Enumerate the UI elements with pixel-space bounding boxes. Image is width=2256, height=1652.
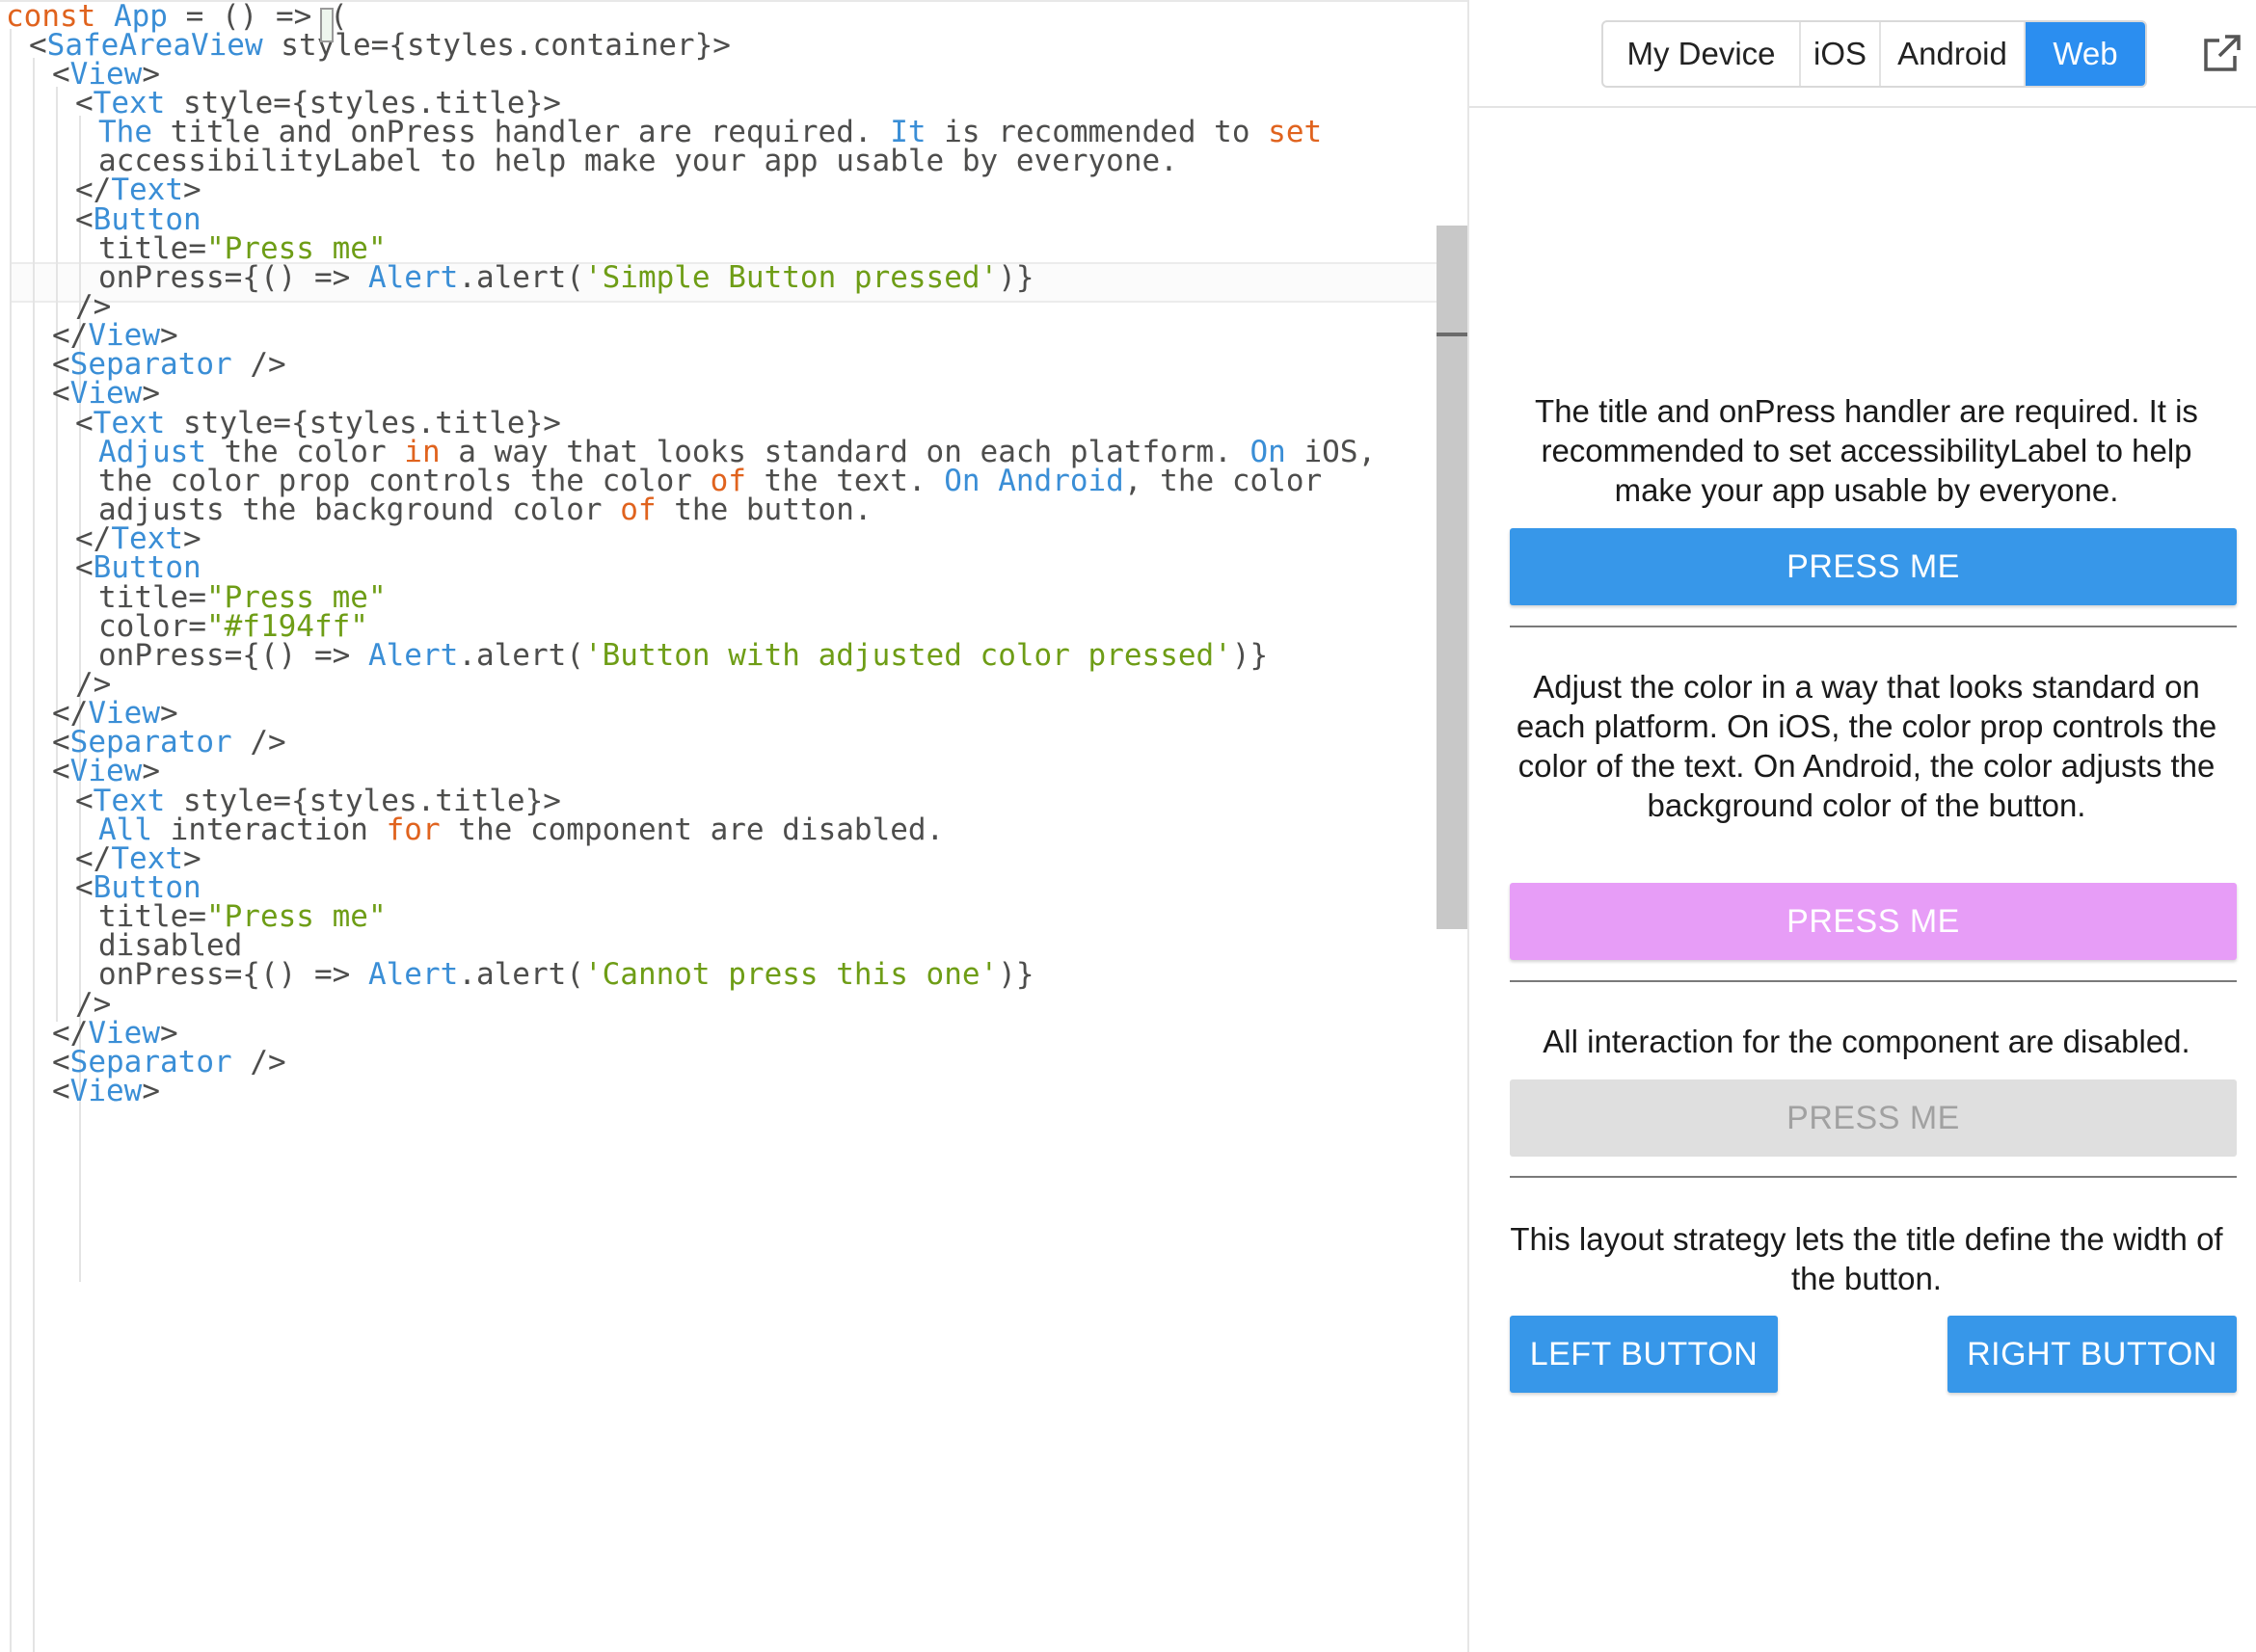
code-token: < — [52, 56, 70, 92]
code-token: < — [75, 550, 94, 586]
code-token: < — [75, 870, 94, 905]
scrollbar-position-marker[interactable] — [1437, 333, 1467, 336]
section1-description: The title and onPress handler are requir… — [1535, 393, 2198, 508]
code-token: /> — [231, 725, 286, 760]
editor-scrollbar[interactable] — [1437, 226, 1467, 929]
code-line: All interaction for the component are di… — [98, 809, 944, 852]
tab-web[interactable]: Web — [2026, 22, 2145, 86]
code-token: Alert — [367, 259, 459, 295]
code-token: onPress={() => — [98, 957, 368, 993]
code-token: /> — [231, 347, 286, 383]
code-token: )} — [998, 957, 1034, 993]
code-token: Android — [998, 463, 1124, 498]
code-line: adjusts the background color of the butt… — [98, 489, 873, 532]
platform-tab-bar: My Device iOS Android Web — [1469, 0, 2256, 108]
code-token: 'Simple Button pressed' — [583, 259, 999, 295]
tab-my-device[interactable]: My Device — [1603, 22, 1801, 86]
code-line: onPress={() => Alert.alert('Simple Butto… — [98, 256, 1034, 300]
code-token: < — [75, 85, 94, 120]
code-token: for — [386, 812, 441, 847]
code-line: <View> — [52, 1070, 160, 1113]
code-token: .alert( — [458, 259, 584, 295]
code-token: )} — [998, 259, 1034, 295]
code-line: accessibilityLabel to help make your app… — [98, 140, 1178, 183]
code-token: Alert — [367, 637, 459, 673]
code-token: .alert( — [458, 957, 584, 993]
code-token: Alert — [367, 957, 459, 993]
code-token: 'Cannot press this one' — [583, 957, 999, 993]
tab-ios[interactable]: iOS — [1801, 22, 1881, 86]
section2-description: Adjust the color in a way that looks sta… — [1516, 669, 2217, 823]
indent-guide — [56, 87, 58, 1022]
press-me-button[interactable]: PRESS ME — [1510, 528, 2237, 605]
code-token: < — [52, 1074, 70, 1109]
code-line: onPress={() => Alert.alert('Button with … — [98, 634, 1268, 678]
code-token: .alert( — [458, 637, 584, 673]
code-token: < — [75, 201, 94, 237]
code-token: < — [75, 783, 94, 818]
platform-tabs: My Device iOS Android Web — [1601, 20, 2147, 88]
code-token: /> — [231, 1044, 286, 1079]
code-token: < — [29, 27, 47, 63]
press-me-disabled-button: PRESS ME — [1510, 1079, 2237, 1157]
code-token: < — [75, 405, 94, 440]
code-token: , the color — [1123, 463, 1323, 498]
code-token: set — [1268, 115, 1323, 150]
section4-description: This layout strategy lets the title defi… — [1510, 1221, 2223, 1296]
code-token: accessibilityLabel to help make your app… — [98, 144, 1178, 179]
section3-description: All interaction for the component are di… — [1543, 1024, 2190, 1059]
press-me-colored-button[interactable]: PRESS ME — [1510, 883, 2237, 960]
code-token: )} — [1231, 637, 1269, 673]
separator — [1510, 626, 2237, 627]
code-token: of — [620, 493, 657, 528]
left-button[interactable]: LEFT BUTTON — [1510, 1316, 1778, 1393]
preview-panel: My Device iOS Android Web The title and … — [1469, 0, 2256, 1652]
code-token: On — [944, 463, 980, 498]
external-link-icon[interactable] — [2198, 31, 2244, 77]
tab-android[interactable]: Android — [1881, 22, 2026, 86]
code-token: onPress={() => — [98, 259, 368, 295]
separator — [1510, 980, 2237, 982]
code-token: View — [69, 1074, 143, 1109]
code-token: the component are disabled. — [440, 812, 945, 847]
indent-guide — [33, 58, 35, 1652]
code-line: onPress={() => Alert.alert('Cannot press… — [98, 953, 1034, 997]
code-token: < — [52, 376, 70, 412]
separator — [1510, 1176, 2237, 1178]
code-token: > — [142, 1074, 160, 1109]
bracket-match-cursor — [320, 8, 334, 42]
code-token: < — [52, 754, 70, 789]
code-token: onPress={() => — [98, 637, 368, 673]
code-token: the button. — [656, 493, 873, 528]
indent-guide — [10, 29, 12, 1652]
right-button[interactable]: RIGHT BUTTON — [1947, 1316, 2237, 1393]
code-editor[interactable]: const App = () => (<SafeAreaView style={… — [0, 0, 1469, 1652]
code-token: 'Button with adjusted color pressed' — [583, 637, 1232, 673]
